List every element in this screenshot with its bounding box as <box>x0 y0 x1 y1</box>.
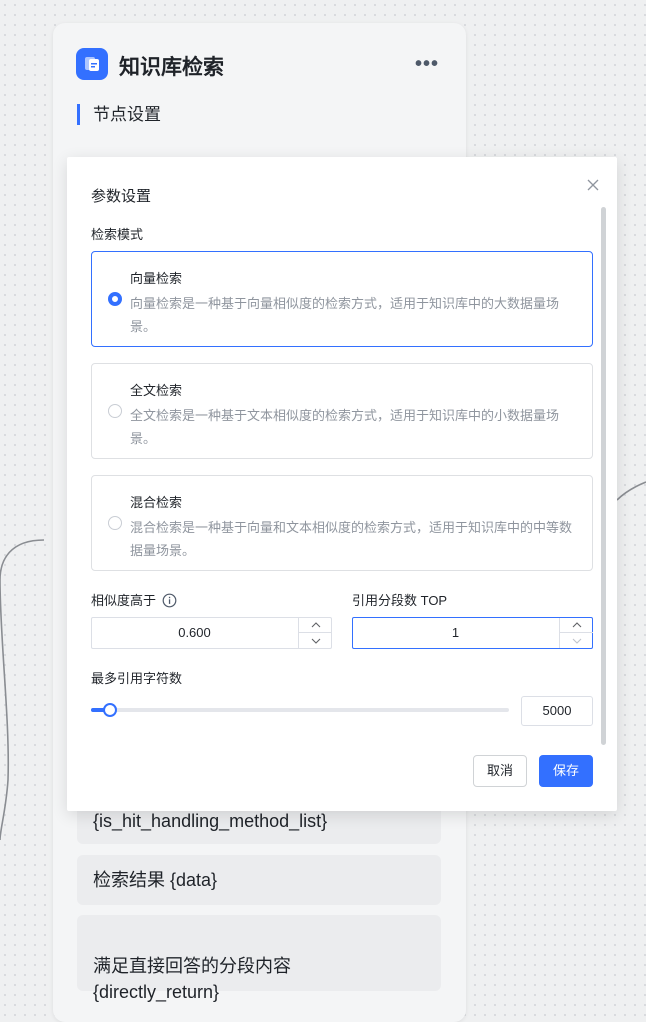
mode-title: 混合检索 <box>130 495 183 510</box>
slider-thumb[interactable] <box>103 703 117 717</box>
increase-button[interactable] <box>299 618 332 633</box>
radio-fulltext[interactable] <box>108 404 122 418</box>
dialog-scrollbar[interactable] <box>601 207 606 745</box>
dialog-title: 参数设置 <box>91 188 152 205</box>
mode-title: 全文检索 <box>130 383 183 398</box>
decrease-button[interactable] <box>299 633 332 648</box>
similarity-input[interactable]: 0.600 <box>91 617 332 649</box>
mode-card-vector[interactable]: 向量检索 向量检索是一种基于向量相似度的检索方式，适用于知识库中的大数据量场景。 <box>91 251 593 347</box>
info-icon[interactable] <box>162 593 177 611</box>
retrieval-mode-label: 检索模式 <box>91 227 144 242</box>
top-input[interactable]: 1 <box>352 617 593 649</box>
save-button[interactable]: 保存 <box>539 755 593 787</box>
mode-desc: 全文检索是一种基于文本相似度的检索方式，适用于知识库中的小数据量场景。 <box>130 408 560 446</box>
mode-desc: 混合检索是一种基于向量和文本相似度的检索方式，适用于知识库中的中等数据量场景。 <box>130 520 573 558</box>
similarity-stepper <box>298 618 332 648</box>
radio-hybrid[interactable] <box>108 516 122 530</box>
top-value[interactable]: 1 <box>353 618 558 648</box>
radio-vector[interactable] <box>108 292 122 306</box>
mode-title: 向量检索 <box>130 271 183 286</box>
mode-desc: 向量检索是一种基于向量相似度的检索方式，适用于知识库中的大数据量场景。 <box>130 296 560 334</box>
close-icon[interactable] <box>585 177 601 193</box>
mode-card-hybrid[interactable]: 混合检索 混合检索是一种基于向量和文本相似度的检索方式，适用于知识库中的中等数据… <box>91 475 593 571</box>
similarity-label: 相似度高于 <box>91 590 177 611</box>
max-chars-input[interactable]: 5000 <box>521 696 593 726</box>
param-settings-dialog: 参数设置 检索模式 向量检索 向量检索是一种基于向量相似度的检索方式，适用于知识… <box>67 157 617 811</box>
similarity-value[interactable]: 0.600 <box>92 618 297 648</box>
decrease-button[interactable] <box>560 633 593 648</box>
top-label: 引用分段数 TOP <box>352 593 448 608</box>
max-chars-label: 最多引用字符数 <box>91 671 183 686</box>
cancel-button[interactable]: 取消 <box>473 755 527 787</box>
similarity-label-text: 相似度高于 <box>91 593 157 608</box>
increase-button[interactable] <box>560 618 593 633</box>
max-chars-slider[interactable] <box>91 703 509 717</box>
top-stepper <box>559 618 593 648</box>
mode-card-fulltext[interactable]: 全文检索 全文检索是一种基于文本相似度的检索方式，适用于知识库中的小数据量场景。 <box>91 363 593 459</box>
